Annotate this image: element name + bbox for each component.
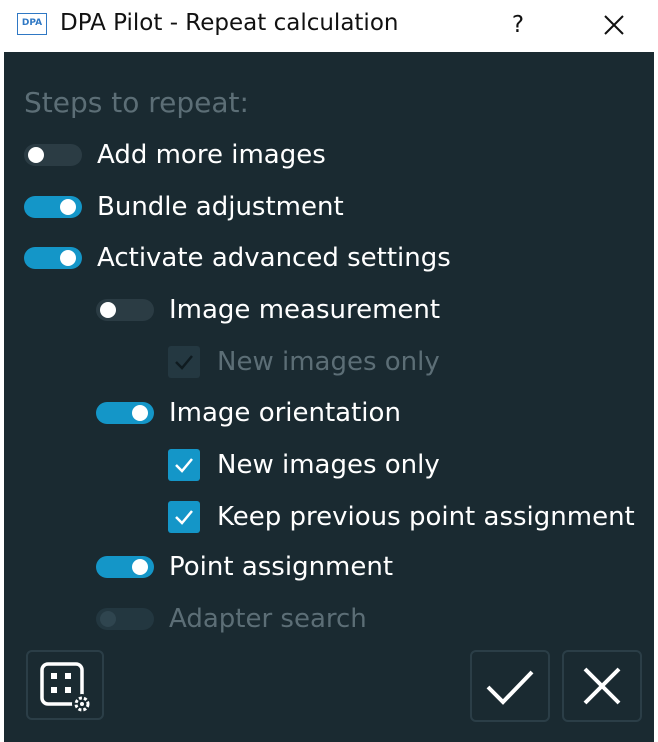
bundle-adjustment-label: Bundle adjustment [97,192,344,222]
measurement-new-images-only-row: New images only [168,343,440,381]
advanced-settings-row[interactable]: Activate advanced settings [24,239,451,277]
advanced-settings-button[interactable] [26,650,104,720]
image-measurement-label: Image measurement [169,295,441,325]
keep-point-assignment-label: Keep previous point assignment [217,502,635,532]
checkmark-icon [175,355,193,370]
image-orientation-label: Image orientation [169,398,401,428]
advanced-settings-label: Activate advanced settings [97,243,451,273]
dialog-panel: Steps to repeat: Add more images Bundle … [4,52,654,742]
toggle-knob [60,250,76,266]
keep-point-assignment-row[interactable]: Keep previous point assignment [168,498,635,536]
keep-point-assignment-checkbox[interactable] [168,501,200,533]
orientation-new-images-only-label: New images only [217,450,440,480]
section-heading: Steps to repeat: [24,86,249,119]
toggle-knob [132,405,148,421]
image-measurement-row[interactable]: Image measurement [96,291,440,329]
adapter-search-toggle [96,608,154,630]
measurement-new-images-only-checkbox [168,346,200,378]
adapter-search-row: Adapter search [96,600,367,638]
grid-settings-icon [40,662,92,714]
add-more-images-row[interactable]: Add more images [24,136,326,174]
add-more-images-toggle[interactable] [24,144,82,166]
toggle-knob [100,302,116,318]
orientation-new-images-only-row[interactable]: New images only [168,446,440,484]
close-icon [604,15,624,35]
checkmark-icon [486,670,534,705]
image-orientation-row[interactable]: Image orientation [96,394,401,432]
point-assignment-row[interactable]: Point assignment [96,548,393,586]
point-assignment-toggle[interactable] [96,556,154,578]
measurement-new-images-only-label: New images only [217,347,440,377]
toggle-knob [60,199,76,215]
window-title: DPA Pilot - Repeat calculation [60,10,399,36]
bundle-adjustment-row[interactable]: Bundle adjustment [24,188,344,226]
app-logo-icon: DPA [17,13,47,35]
help-button[interactable]: ? [500,6,536,44]
ok-button[interactable] [470,650,550,722]
window-close-button[interactable] [596,8,632,44]
close-icon [583,667,621,705]
toggle-knob [132,559,148,575]
adapter-search-label: Adapter search [169,604,367,634]
advanced-settings-toggle[interactable] [24,247,82,269]
image-orientation-toggle[interactable] [96,402,154,424]
cancel-button[interactable] [562,650,642,722]
checkmark-icon [175,510,193,525]
bundle-adjustment-toggle[interactable] [24,196,82,218]
image-measurement-toggle[interactable] [96,299,154,321]
toggle-knob [28,147,44,163]
toggle-knob [100,611,116,627]
point-assignment-label: Point assignment [169,552,394,582]
add-more-images-label: Add more images [97,140,326,170]
title-bar: DPA DPA Pilot - Repeat calculation ? [0,0,658,52]
checkmark-icon [175,458,193,473]
orientation-new-images-only-checkbox[interactable] [168,449,200,481]
